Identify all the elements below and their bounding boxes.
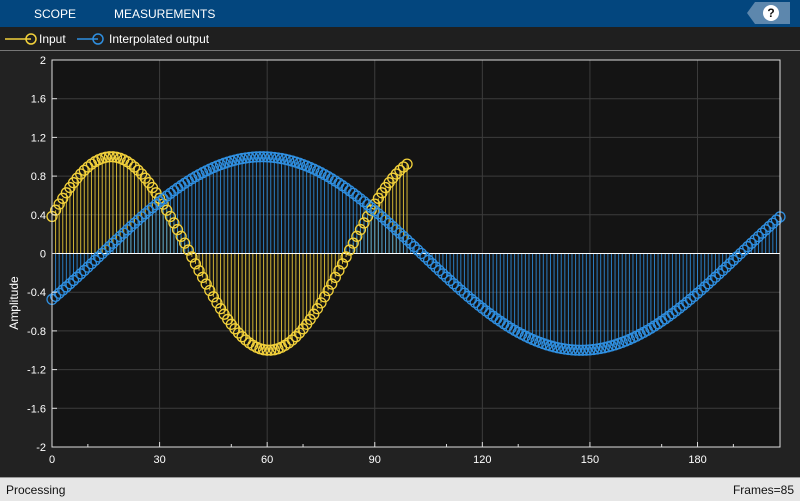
status-text: Processing <box>6 483 66 497</box>
y-axis-label: Amplitude <box>7 276 21 330</box>
status-bar: Processing Frames=85 <box>0 477 800 501</box>
y-tick-label: 2 <box>40 55 46 67</box>
x-tick-label: 180 <box>688 454 706 466</box>
x-tick-label: 60 <box>261 454 273 466</box>
y-tick-label: 0.4 <box>31 210 46 222</box>
x-tick-label: 120 <box>473 454 491 466</box>
frames-count: Frames=85 <box>732 483 794 497</box>
y-tick-label: -1.6 <box>27 403 46 415</box>
legend-label: Input <box>39 32 66 46</box>
tab-measurements[interactable]: MEASUREMENTS <box>114 7 215 21</box>
x-tick-label: 0 <box>49 454 55 466</box>
legend-label: Interpolated output <box>109 32 210 46</box>
y-tick-label: -1.2 <box>27 365 46 377</box>
y-tick-label: 1.2 <box>31 132 46 144</box>
y-tick-label: -0.8 <box>27 326 46 338</box>
y-tick-label: 0.8 <box>31 171 46 183</box>
y-tick-label: 1.6 <box>31 94 46 106</box>
x-tick-label: 90 <box>369 454 381 466</box>
x-tick-label: 30 <box>153 454 165 466</box>
y-tick-label: -2 <box>36 442 46 454</box>
yellow-circle-line-icon <box>5 33 37 45</box>
y-tick-label: -0.4 <box>27 287 46 299</box>
legend-item-input[interactable]: Input <box>5 31 66 47</box>
help-button[interactable]: ? <box>747 2 790 24</box>
plot-area[interactable]: 0 30 60 90 120 150 180 -2 -1.6 -1.2 -0.8 -0.4 0 0.4 0.… <box>0 51 800 477</box>
x-tick-label: 150 <box>581 454 599 466</box>
help-icon: ? <box>763 5 779 21</box>
toolstrip: SCOPE MEASUREMENTS ? <box>0 0 800 27</box>
y-tick-label: 0 <box>40 249 46 261</box>
blue-circle-line-icon <box>77 33 104 45</box>
legend: Input Interpolated output <box>0 27 800 51</box>
tab-scope[interactable]: SCOPE <box>34 7 76 21</box>
legend-item-interpolated-output[interactable]: Interpolated output <box>77 31 209 47</box>
